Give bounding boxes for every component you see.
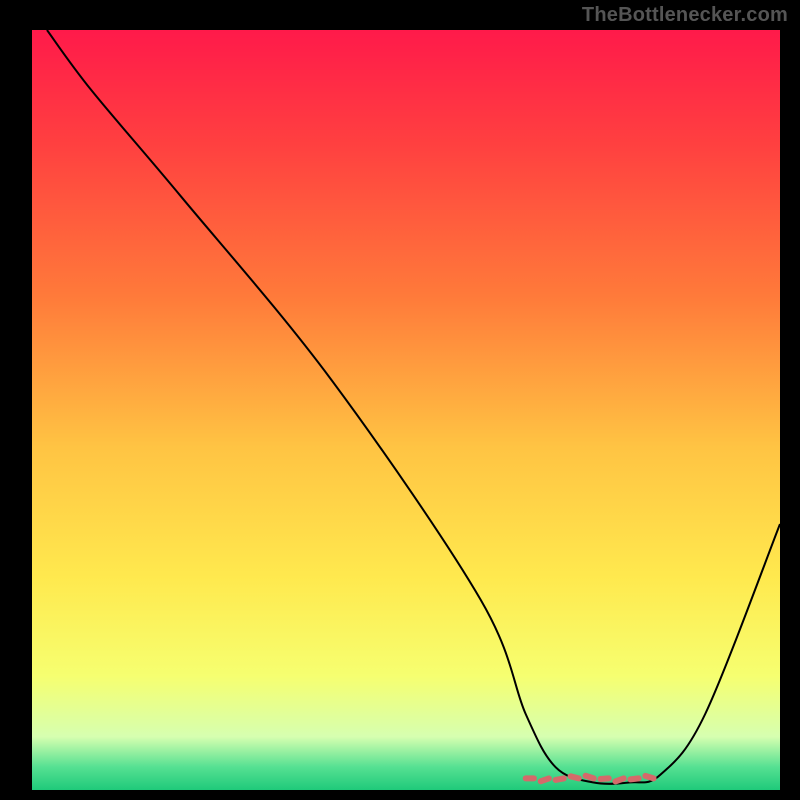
- plot-area: [32, 30, 780, 790]
- chart-svg: [0, 0, 800, 800]
- chart-frame: TheBottlenecker.com: [0, 0, 800, 800]
